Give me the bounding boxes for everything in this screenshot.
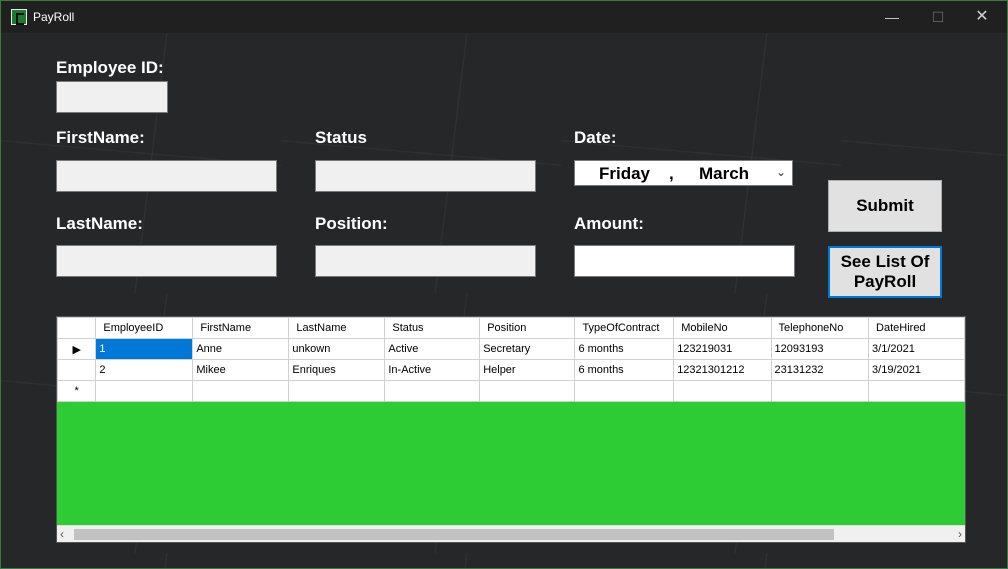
new-row-marker-icon[interactable]: * <box>57 380 97 402</box>
table-cell[interactable] <box>192 380 290 402</box>
table-cell[interactable]: unkown <box>288 338 386 360</box>
table-cell[interactable] <box>770 380 870 402</box>
app-icon <box>11 9 27 25</box>
table-cell[interactable]: 23131232 <box>770 359 870 381</box>
table-cell[interactable] <box>95 380 194 402</box>
table-cell[interactable] <box>574 380 675 402</box>
column-header[interactable]: DateHired <box>868 317 965 339</box>
table-cell[interactable] <box>479 380 576 402</box>
date-day: Friday <box>599 164 651 183</box>
see-list-label-line1: See List Of <box>840 252 930 271</box>
status-label: Status <box>315 128 367 147</box>
payroll-window: PayRoll — ☐ ✕ Employee ID: FirstName: St… <box>0 0 1008 569</box>
scroll-right-icon[interactable]: › <box>958 526 962 542</box>
table-cell[interactable]: Secretary <box>479 338 576 360</box>
scrollbar-thumb[interactable] <box>74 529 834 540</box>
column-header[interactable]: LastName <box>288 317 386 339</box>
table-cell[interactable]: 3/19/2021 <box>868 359 965 381</box>
amount-field[interactable] <box>574 245 795 277</box>
employee-id-label: Employee ID: <box>56 58 164 77</box>
table-cell[interactable]: 6 months <box>574 338 675 360</box>
table-cell[interactable]: Active <box>384 338 481 360</box>
table-cell[interactable] <box>288 380 386 402</box>
table-cell[interactable]: Mikee <box>192 359 290 381</box>
payroll-grid[interactable]: EmployeeID FirstName LastName Status Pos… <box>56 316 966 543</box>
table-cell[interactable]: In-Active <box>384 359 481 381</box>
table-cell[interactable]: 12093193 <box>770 338 870 360</box>
column-header[interactable]: TelephoneNo <box>770 317 870 339</box>
form-area: Employee ID: FirstName: Status Date: Fri… <box>1 33 1007 568</box>
position-label: Position: <box>315 214 388 233</box>
header-row: EmployeeID FirstName LastName Status Pos… <box>57 317 965 339</box>
table-cell[interactable]: 1 <box>95 338 194 360</box>
column-header[interactable]: Status <box>384 317 481 339</box>
status-field[interactable] <box>315 160 536 192</box>
date-label: Date: <box>574 128 617 147</box>
maximize-button[interactable]: ☐ <box>915 1 961 33</box>
table-cell[interactable] <box>868 380 965 402</box>
close-button[interactable]: ✕ <box>959 1 1005 33</box>
window-title: PayRoll <box>33 10 75 24</box>
table-cell[interactable]: Helper <box>479 359 576 381</box>
amount-label: Amount: <box>574 214 644 233</box>
date-separator: , <box>669 164 674 183</box>
firstname-field[interactable] <box>56 160 277 192</box>
table-cell[interactable]: Enriques <box>288 359 386 381</box>
column-header[interactable]: TypeOfContract <box>574 317 675 339</box>
minimize-button[interactable]: — <box>869 1 915 33</box>
column-header[interactable]: Position <box>479 317 576 339</box>
row-header-corner <box>57 317 97 339</box>
table-cell[interactable]: 6 months <box>574 359 675 381</box>
row-header[interactable] <box>57 359 97 381</box>
table-cell[interactable]: Anne <box>192 338 290 360</box>
date-picker[interactable]: Friday , March ⌄ <box>574 160 793 186</box>
employee-id-field[interactable] <box>56 81 168 113</box>
table-cell[interactable]: 3/1/2021 <box>868 338 965 360</box>
table-cell[interactable] <box>384 380 481 402</box>
position-field[interactable] <box>315 245 536 277</box>
lastname-field[interactable] <box>56 245 277 277</box>
submit-button[interactable]: Submit <box>828 180 942 232</box>
scroll-left-icon[interactable]: ‹ <box>60 526 64 542</box>
table-row[interactable]: ▶ 1 Anne unkown Active Secretary 6 month… <box>57 338 965 360</box>
see-list-label-line2: PayRoll <box>853 272 917 291</box>
column-header[interactable]: FirstName <box>192 317 290 339</box>
firstname-label: FirstName: <box>56 128 145 147</box>
table-row[interactable]: 2 Mikee Enriques In-Active Helper 6 mont… <box>57 359 965 381</box>
column-header[interactable]: EmployeeID <box>95 317 194 339</box>
current-row-marker-icon[interactable]: ▶ <box>57 338 97 360</box>
column-header[interactable]: MobileNo <box>673 317 772 339</box>
table-cell[interactable]: 2 <box>95 359 194 381</box>
new-row[interactable]: * <box>57 380 965 402</box>
horizontal-scrollbar[interactable]: ‹ › <box>57 525 965 542</box>
table-cell[interactable] <box>673 380 772 402</box>
chevron-down-icon[interactable]: ⌄ <box>776 165 786 179</box>
table-cell[interactable]: 123219031 <box>673 338 772 360</box>
table-cell[interactable]: 12321301212 <box>673 359 772 381</box>
title-bar[interactable]: PayRoll — ☐ ✕ <box>1 1 1007 33</box>
payroll-table: EmployeeID FirstName LastName Status Pos… <box>57 317 965 402</box>
see-payroll-list-button[interactable]: See List Of PayRoll <box>828 246 942 298</box>
lastname-label: LastName: <box>56 214 143 233</box>
date-month: March <box>699 164 750 183</box>
